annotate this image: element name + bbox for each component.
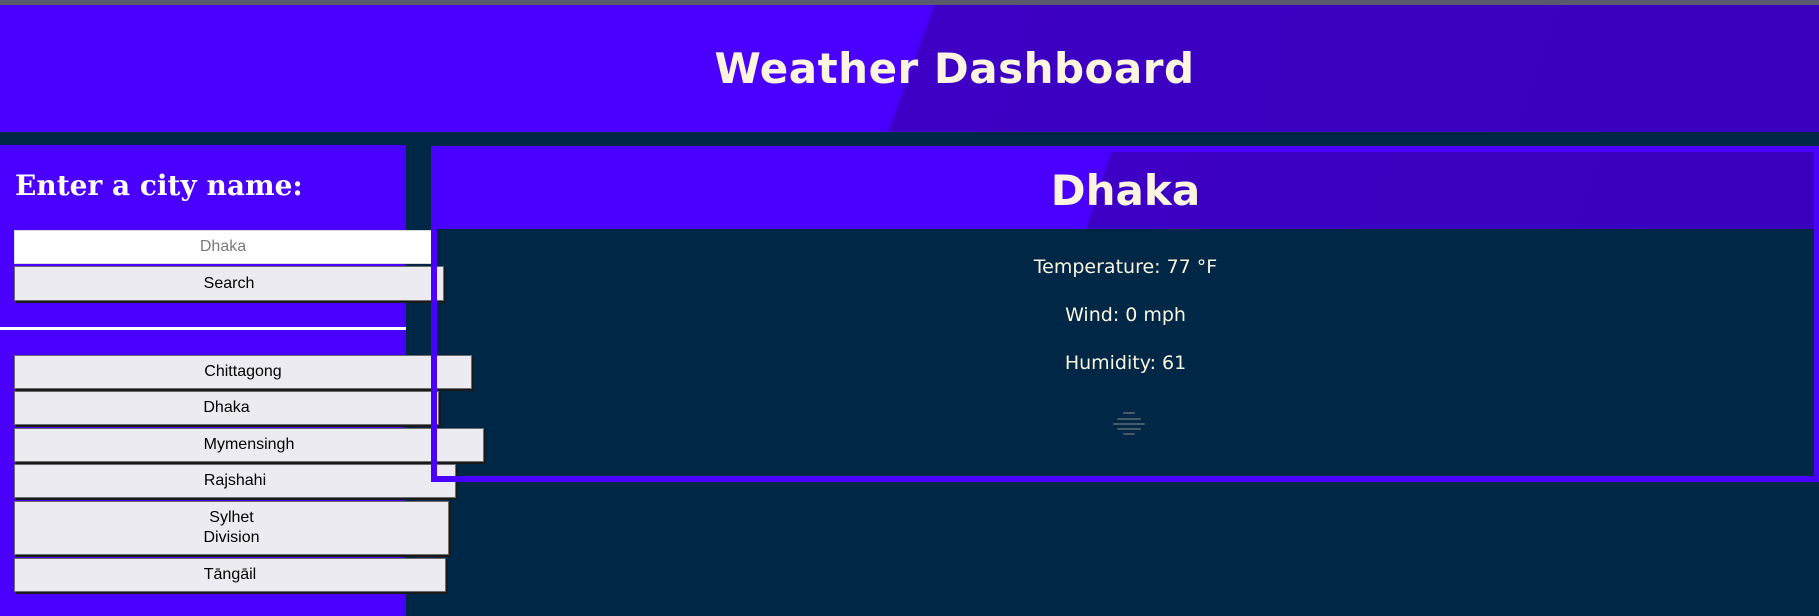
search-heading: Enter a city name: bbox=[15, 169, 303, 202]
current-weather-header: Dhaka bbox=[437, 152, 1814, 229]
current-weather-card: Dhaka Temperature: 77 °F Wind: 0 mph Hum… bbox=[431, 146, 1819, 482]
history-city-label: Rajshahi bbox=[203, 472, 267, 489]
temperature-value: 77 bbox=[1166, 256, 1191, 278]
page-header: Weather Dashboard bbox=[0, 5, 1819, 132]
humidity-value: 61 bbox=[1161, 352, 1187, 374]
history-city-label: Chittagong bbox=[204, 363, 282, 380]
history-city-button[interactable]: Sylhet Division bbox=[14, 501, 449, 555]
search-sidebar: Enter a city name: Search Chittagong Dha… bbox=[0, 145, 484, 616]
wind-value: 0 bbox=[1125, 304, 1138, 326]
history-city-button[interactable]: Chittagong bbox=[14, 355, 472, 389]
temperature-unit: °F bbox=[1196, 256, 1218, 278]
wind-stat: Wind: 0 mph bbox=[437, 291, 1814, 339]
temperature-stat: Temperature: 77 °F bbox=[437, 243, 1814, 291]
history-city-label: Dhaka bbox=[203, 399, 250, 416]
page-title: Weather Dashboard bbox=[714, 44, 1195, 93]
history-city-label: Tāngāil bbox=[203, 566, 257, 583]
haze-icon bbox=[1113, 412, 1145, 435]
city-search-input[interactable] bbox=[14, 230, 432, 264]
history-city-button[interactable]: Mymensingh bbox=[14, 428, 484, 462]
wind-unit: mph bbox=[1143, 304, 1186, 326]
history-city-button[interactable]: Tāngāil bbox=[14, 558, 446, 592]
history-city-label: Sylhet Division bbox=[203, 509, 260, 546]
search-button[interactable]: Search bbox=[14, 266, 444, 301]
humidity-stat: Humidity: 61 bbox=[437, 339, 1814, 387]
humidity-label: Humidity: bbox=[1064, 352, 1156, 374]
current-city-name: Dhaka bbox=[1050, 166, 1201, 215]
history-city-button[interactable]: Dhaka bbox=[14, 391, 439, 425]
sidebar-divider bbox=[0, 327, 406, 330]
current-weather-stats: Temperature: 77 °F Wind: 0 mph Humidity:… bbox=[437, 243, 1814, 387]
wind-label: Wind: bbox=[1065, 304, 1120, 326]
temperature-label: Temperature: bbox=[1033, 256, 1161, 278]
history-city-button[interactable]: Rajshahi bbox=[14, 464, 456, 498]
history-city-label: Mymensingh bbox=[203, 436, 295, 453]
